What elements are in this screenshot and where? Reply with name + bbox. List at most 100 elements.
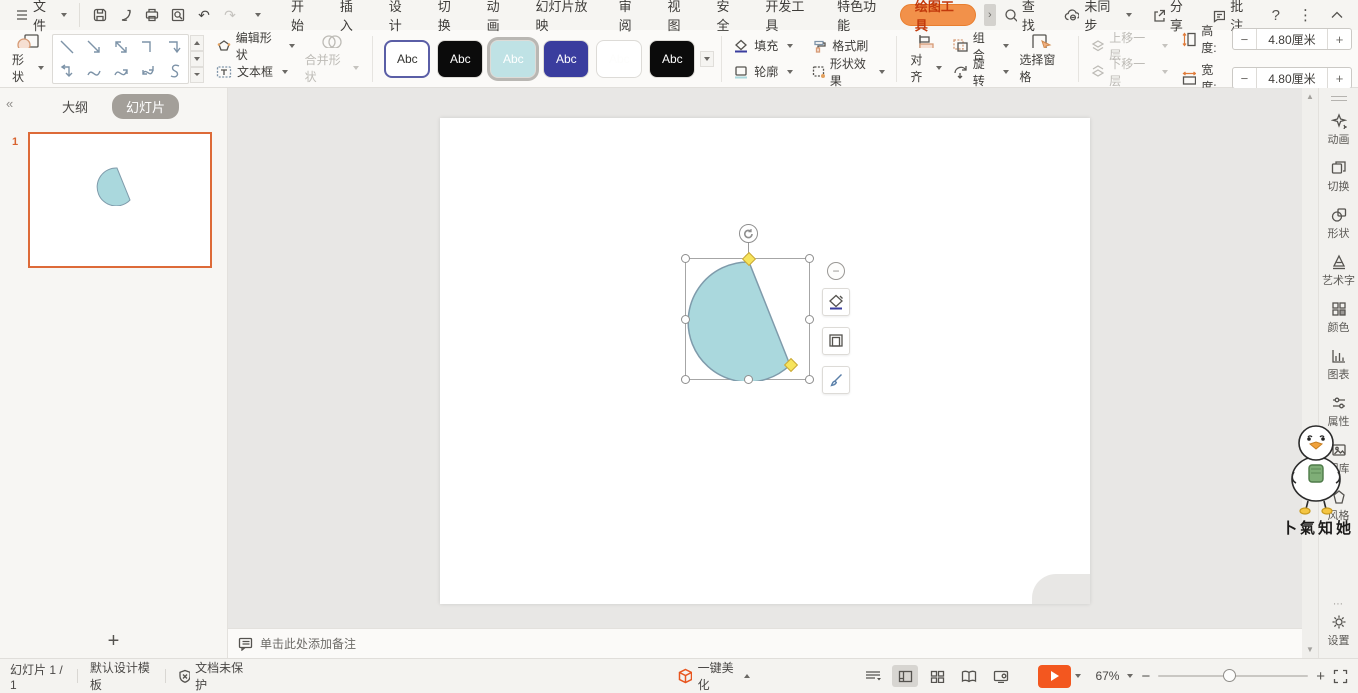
zoom-slider[interactable] [1158, 669, 1309, 682]
add-slide-button[interactable]: + [0, 624, 227, 658]
tab-security[interactable]: 安全 [703, 0, 752, 33]
text-box-button[interactable]: 文本框 [212, 61, 299, 83]
edit-shape-button[interactable]: 编辑形状 [212, 31, 299, 62]
quick-fill-style-button[interactable] [822, 288, 850, 316]
quick-brush-button[interactable] [822, 366, 850, 394]
tab-overflow-button[interactable]: › [983, 4, 996, 26]
height-stepper[interactable]: − 4.80厘米 + [1231, 28, 1352, 50]
resize-handle-nw[interactable] [681, 254, 690, 263]
shape-freeform[interactable] [161, 59, 188, 83]
resize-handle-w[interactable] [681, 315, 690, 324]
resize-handle-e[interactable] [805, 315, 814, 324]
resize-handle-s[interactable] [744, 375, 753, 384]
shape-curved-arrow[interactable] [107, 59, 134, 83]
tab-special-features[interactable]: 特色功能 [824, 0, 896, 33]
resize-handle-ne[interactable] [805, 254, 814, 263]
shape-arrow[interactable] [80, 35, 107, 59]
rotation-handle[interactable] [739, 224, 758, 243]
sidebar-item-wordart[interactable]: 艺术字 [1322, 254, 1355, 288]
projector-view-button[interactable] [988, 665, 1014, 687]
zoom-slider-thumb[interactable] [1222, 669, 1236, 682]
fill-button[interactable]: 填充 [729, 35, 797, 57]
collapse-panel-button[interactable]: « [6, 96, 13, 111]
tab-outline[interactable]: 大纲 [48, 94, 102, 119]
template-name[interactable]: 默认设计模板 [90, 659, 153, 693]
format-painter-button[interactable]: 格式刷 [807, 35, 889, 57]
tab-review[interactable]: 审阅 [606, 0, 655, 33]
tab-transitions[interactable]: 切换 [425, 0, 474, 33]
print-button[interactable] [140, 3, 164, 27]
zoom-out-button[interactable]: − [1141, 668, 1150, 685]
save-button[interactable] [88, 3, 112, 27]
tab-home[interactable]: 开始 [278, 0, 327, 33]
shape-elbow-arrow-connector[interactable] [161, 35, 188, 59]
export-button[interactable] [114, 3, 138, 27]
align-button[interactable]: 对齐 [904, 33, 948, 85]
find-button[interactable]: 查找 [996, 0, 1052, 33]
gallery-more-button[interactable] [190, 66, 205, 83]
sidebar-item-animation[interactable]: 动画 [1328, 113, 1350, 147]
tab-insert[interactable]: 插入 [327, 0, 376, 33]
fit-to-window-button[interactable] [1333, 669, 1348, 684]
height-value[interactable]: 4.80厘米 [1255, 29, 1328, 49]
height-increase-button[interactable]: + [1328, 32, 1351, 47]
shape-curve[interactable] [80, 59, 107, 83]
reading-view-button[interactable] [956, 665, 982, 687]
sidebar-more-dots[interactable]: ⋯ [1333, 599, 1344, 610]
shape-effects-button[interactable]: 形状效果 [807, 57, 889, 88]
customize-quick-access-button[interactable] [244, 3, 268, 27]
shape-curved-double-arrow[interactable] [134, 59, 161, 83]
beautify-button[interactable]: 一键美化 [677, 659, 751, 693]
notes-bar[interactable]: 单击此处添加备注 [228, 628, 1302, 658]
tab-slideshow[interactable]: 幻灯片放映 [522, 0, 605, 33]
notes-toggle-button[interactable] [860, 665, 886, 687]
shape-double-arrow[interactable] [107, 35, 134, 59]
shape-selection-box[interactable] [681, 224, 814, 384]
group-button[interactable]: 组合 [948, 31, 1013, 62]
quick-outline-button[interactable] [822, 327, 850, 355]
style-gallery-more-button[interactable] [700, 50, 715, 67]
tab-slides[interactable]: 幻灯片 [112, 93, 180, 119]
rotate-button[interactable]: 旋转 [948, 57, 1013, 88]
sidebar-item-settings[interactable]: 设置 [1328, 614, 1350, 648]
shape-style-6[interactable]: Abc [649, 39, 696, 78]
shape-line[interactable] [53, 35, 80, 59]
tab-design[interactable]: 设计 [376, 0, 425, 33]
height-decrease-button[interactable]: − [1233, 32, 1256, 47]
shape-elbow-double-arrow[interactable] [53, 59, 80, 83]
shape-style-5[interactable]: Abc [596, 39, 643, 78]
resize-handle-se[interactable] [805, 375, 814, 384]
width-decrease-button[interactable]: − [1233, 71, 1256, 86]
tab-view[interactable]: 视图 [655, 0, 704, 33]
shape-style-3-selected[interactable]: Abc [490, 39, 537, 78]
shape-elbow-connector[interactable] [134, 35, 161, 59]
collapse-ribbon-button[interactable] [1324, 11, 1350, 19]
collapse-quick-tools-button[interactable]: − [827, 262, 845, 280]
shapes-button[interactable]: 形状 [6, 33, 50, 85]
main-menu-button[interactable]: 文件 [8, 0, 75, 33]
width-value[interactable]: 4.80厘米 [1255, 68, 1328, 88]
shape-style-2[interactable]: Abc [437, 39, 484, 78]
redo-button[interactable]: ↷ [218, 3, 242, 27]
gallery-scroll-down-button[interactable] [190, 50, 205, 67]
sidebar-item-chart[interactable]: 图表 [1328, 348, 1350, 382]
tab-developer[interactable]: 开发工具 [752, 0, 824, 33]
print-preview-button[interactable] [166, 3, 190, 27]
vertical-scrollbar[interactable]: ▲ ▼ [1302, 88, 1318, 658]
sidebar-item-shapes[interactable]: 形状 [1328, 207, 1350, 241]
play-slideshow-button[interactable] [1038, 664, 1072, 688]
tab-animation[interactable]: 动画 [474, 0, 523, 33]
help-button[interactable]: ? [1265, 7, 1287, 24]
shape-style-4[interactable]: Abc [543, 39, 590, 78]
document-protection[interactable]: 文档未保护 [178, 659, 247, 693]
scroll-down-arrow-icon[interactable]: ▼ [1306, 645, 1314, 654]
resize-handle-sw[interactable] [681, 375, 690, 384]
slide-sorter-button[interactable] [924, 665, 950, 687]
width-increase-button[interactable]: + [1328, 71, 1351, 86]
sidebar-item-transition[interactable]: 切换 [1328, 160, 1350, 194]
play-options-chevron-icon[interactable] [1075, 674, 1082, 678]
slide-canvas[interactable]: − [228, 88, 1302, 628]
gallery-scroll-up-button[interactable] [190, 34, 205, 51]
sidebar-drag-handle[interactable] [1330, 96, 1347, 101]
tab-drawing-tools[interactable]: 绘图工具 [899, 0, 976, 33]
